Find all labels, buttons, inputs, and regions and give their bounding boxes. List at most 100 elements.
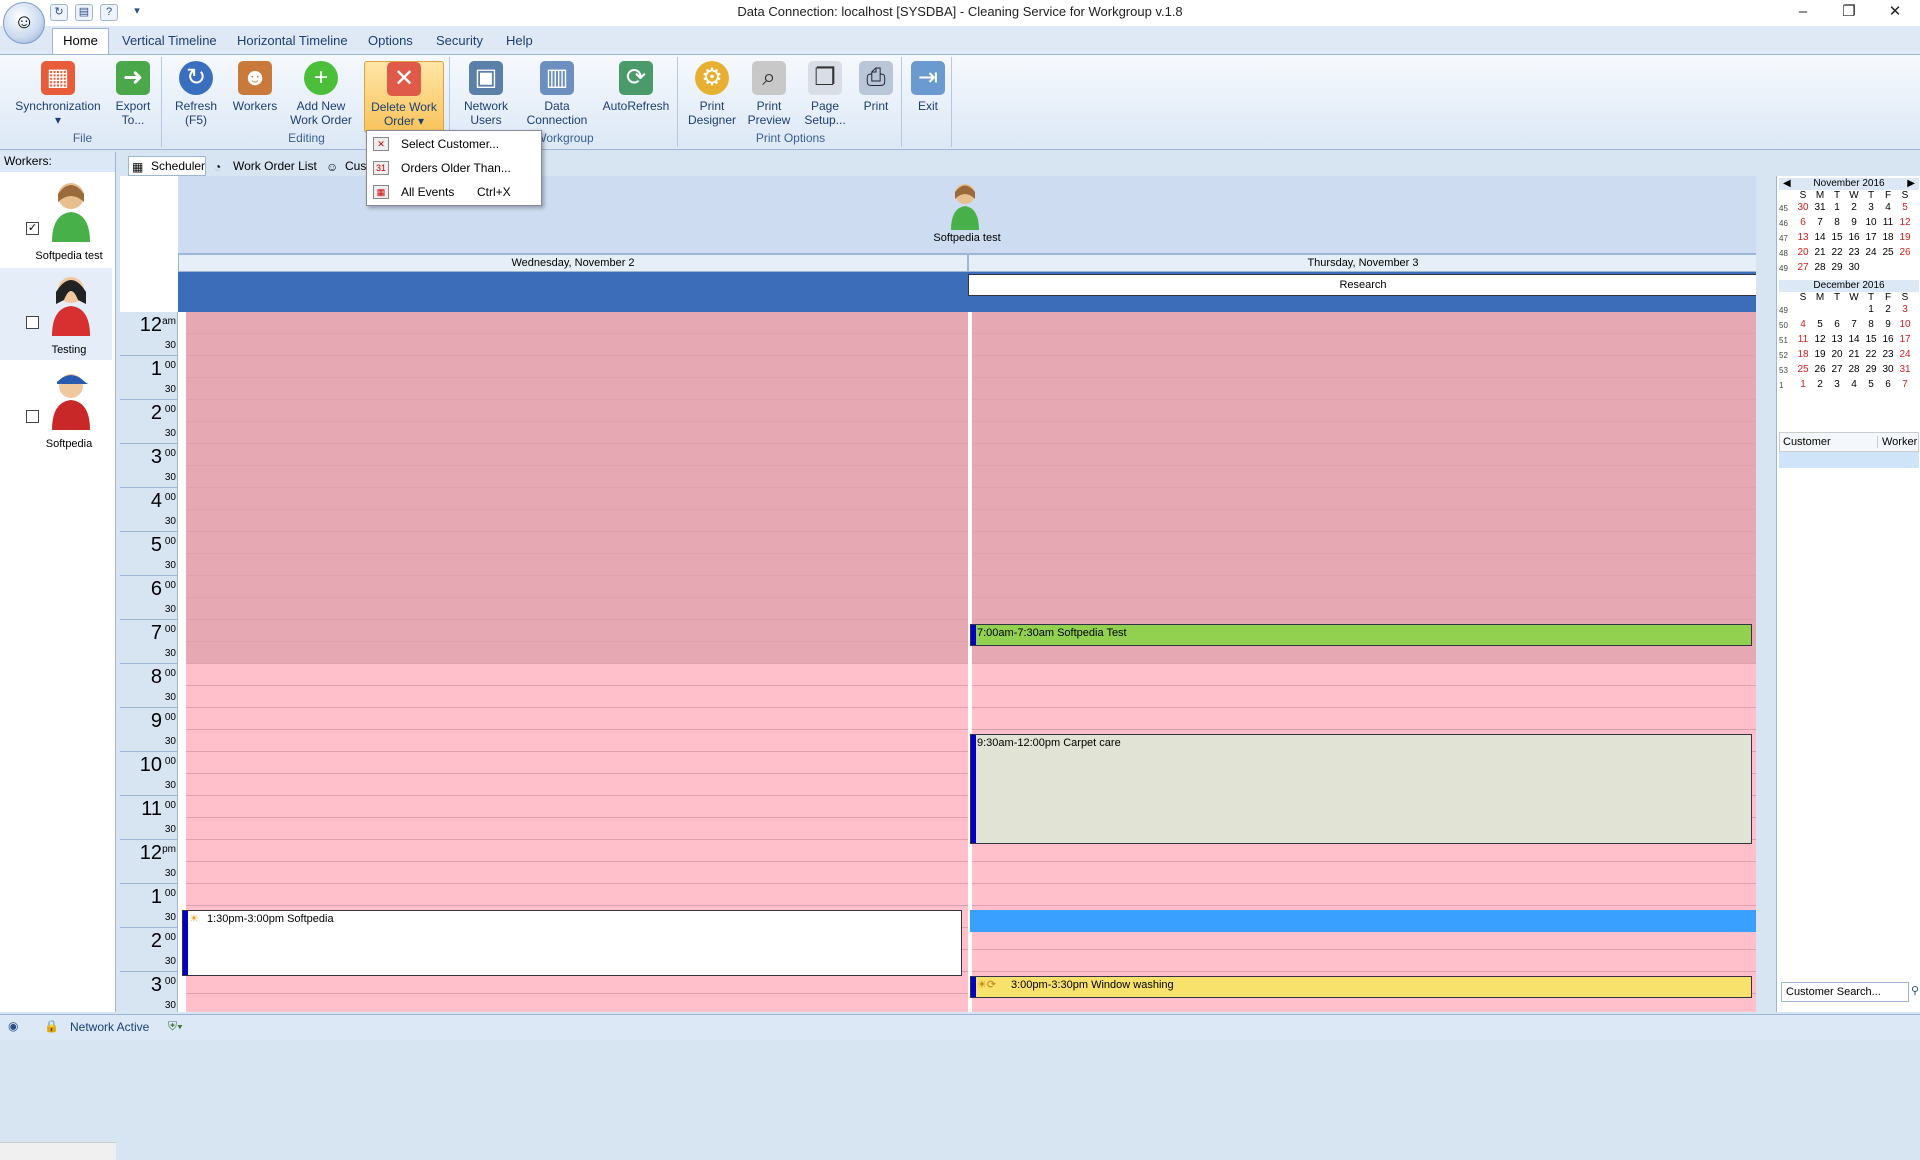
calendar-day[interactable]: 7 <box>1846 319 1862 330</box>
calendar-day[interactable]: 4 <box>1795 319 1811 330</box>
calendar-day[interactable]: 3 <box>1863 202 1879 213</box>
calendar-day[interactable]: 2 <box>1880 304 1896 315</box>
calendar-day[interactable]: 13 <box>1829 334 1845 345</box>
time-slot[interactable] <box>972 488 1756 510</box>
tab-work-order-list[interactable]: ◔ Work Order List <box>210 156 320 176</box>
time-slot[interactable] <box>972 334 1756 356</box>
help-icon[interactable]: ? <box>100 4 118 21</box>
time-slot[interactable] <box>972 466 1756 488</box>
calendar-day[interactable]: 28 <box>1812 262 1828 273</box>
calendar-day[interactable]: 29 <box>1829 262 1845 273</box>
calendar-day[interactable]: 25 <box>1880 247 1896 258</box>
time-slot[interactable] <box>972 708 1756 730</box>
calendar-day[interactable]: 16 <box>1846 232 1862 243</box>
time-slot[interactable] <box>972 356 1756 378</box>
time-slot[interactable] <box>186 532 968 554</box>
calendar-day[interactable]: 15 <box>1863 334 1879 345</box>
time-slot[interactable] <box>186 488 968 510</box>
time-slot[interactable] <box>186 598 968 620</box>
time-slot[interactable] <box>972 576 1756 598</box>
network-users-button[interactable]: ▣ Network Users <box>456 61 516 131</box>
refresh-icon[interactable]: ↻ <box>50 4 68 21</box>
shield-icon[interactable]: ⛨▾ <box>168 1019 183 1034</box>
time-slot[interactable] <box>186 752 968 774</box>
tab-help[interactable]: Help <box>506 33 533 48</box>
calendar-day[interactable]: 30 <box>1795 202 1811 213</box>
time-slot[interactable] <box>186 620 968 642</box>
time-slot[interactable] <box>186 334 968 356</box>
menu-item-orders-older-than[interactable]: 31 Orders Older Than... <box>367 157 541 179</box>
calendar-day[interactable]: 22 <box>1829 247 1845 258</box>
app-menu-button[interactable]: ☺ <box>3 2 45 44</box>
time-slot[interactable] <box>972 444 1756 466</box>
worker-checkbox[interactable] <box>26 316 39 329</box>
calendar-day[interactable]: 9 <box>1880 319 1896 330</box>
tab-vertical-timeline[interactable]: Vertical Timeline <box>122 33 217 48</box>
calendar-day[interactable]: 10 <box>1863 217 1879 228</box>
close-button[interactable]: ✕ <box>1872 0 1918 26</box>
calendar-day[interactable]: 13 <box>1795 232 1811 243</box>
calendar-day[interactable]: 19 <box>1897 232 1913 243</box>
export-button[interactable]: ➜ Export To... <box>110 61 156 131</box>
calendar-day[interactable]: 3 <box>1829 379 1845 390</box>
calendar-day[interactable]: 18 <box>1795 349 1811 360</box>
calendar-day[interactable]: 18 <box>1880 232 1896 243</box>
time-slot[interactable] <box>186 862 968 884</box>
calendar-day[interactable]: 6 <box>1829 319 1845 330</box>
print-button[interactable]: ⎙ Print <box>854 61 898 131</box>
tab-options[interactable]: Options <box>368 33 413 48</box>
tab-security[interactable]: Security <box>436 33 483 48</box>
calendar-day[interactable]: 30 <box>1846 262 1862 273</box>
calendar-day[interactable]: 14 <box>1812 232 1828 243</box>
synchronization-button[interactable]: ▦ Synchronization ▾ <box>12 61 104 131</box>
minimize-button[interactable]: – <box>1780 0 1826 26</box>
calendar-day[interactable]: 24 <box>1897 349 1913 360</box>
calendar-day[interactable]: 9 <box>1846 217 1862 228</box>
time-slot[interactable] <box>972 664 1756 686</box>
worker-checkbox[interactable] <box>26 410 39 423</box>
time-slot[interactable] <box>972 862 1756 884</box>
column-customer[interactable]: Customer <box>1783 436 1831 448</box>
calendar-day[interactable]: 7 <box>1897 379 1913 390</box>
time-slot[interactable] <box>972 510 1756 532</box>
calendar-day[interactable]: 26 <box>1812 364 1828 375</box>
calendar-day[interactable]: 14 <box>1846 334 1862 345</box>
time-slot[interactable] <box>186 840 968 862</box>
calendar-day[interactable]: 6 <box>1880 379 1896 390</box>
calendar-day[interactable]: 8 <box>1829 217 1845 228</box>
calendar-day[interactable]: 27 <box>1795 262 1811 273</box>
time-slot[interactable] <box>186 422 968 444</box>
calendar-day[interactable]: 29 <box>1863 364 1879 375</box>
time-slot[interactable] <box>972 400 1756 422</box>
column-worker[interactable]: Worker <box>1877 436 1917 448</box>
calendar-day[interactable]: 6 <box>1795 217 1811 228</box>
calendar-day[interactable]: 5 <box>1812 319 1828 330</box>
calendar-day[interactable]: 16 <box>1880 334 1896 345</box>
calendar-day[interactable]: 5 <box>1863 379 1879 390</box>
time-slot[interactable] <box>186 708 968 730</box>
customer-search-button[interactable]: Customer Search... <box>1781 982 1909 1002</box>
time-slot[interactable] <box>186 576 968 598</box>
time-slot[interactable] <box>186 664 968 686</box>
time-slot[interactable] <box>186 554 968 576</box>
restore-button[interactable]: ❐ <box>1826 0 1872 26</box>
time-slot[interactable] <box>186 444 968 466</box>
calendar-day[interactable]: 20 <box>1795 247 1811 258</box>
calendar-day[interactable]: 24 <box>1863 247 1879 258</box>
calendar-day[interactable]: 15 <box>1829 232 1845 243</box>
binoculars-icon[interactable]: ⚲ <box>1911 984 1919 1000</box>
tab-customers[interactable]: ☺ Cust <box>322 156 370 176</box>
time-slot[interactable] <box>186 356 968 378</box>
calendar-day[interactable]: 4 <box>1846 379 1862 390</box>
data-connection-button[interactable]: ▥ Data Connection <box>522 61 592 131</box>
time-slot[interactable] <box>186 796 968 818</box>
calendar-day[interactable]: 31 <box>1897 364 1913 375</box>
prev-month-icon[interactable]: ◀ <box>1779 178 1791 189</box>
time-slot[interactable] <box>186 818 968 840</box>
event-window-washing[interactable]: ☀⟳ 3:00pm-3:30pm Window washing <box>970 976 1752 998</box>
calendar-day[interactable]: 1 <box>1829 202 1845 213</box>
print-designer-button[interactable]: ⚙ Print Designer <box>684 61 740 131</box>
calendar-day[interactable]: 22 <box>1863 349 1879 360</box>
add-work-order-button[interactable]: + Add New Work Order <box>284 61 358 131</box>
calendar-day[interactable]: 19 <box>1812 349 1828 360</box>
